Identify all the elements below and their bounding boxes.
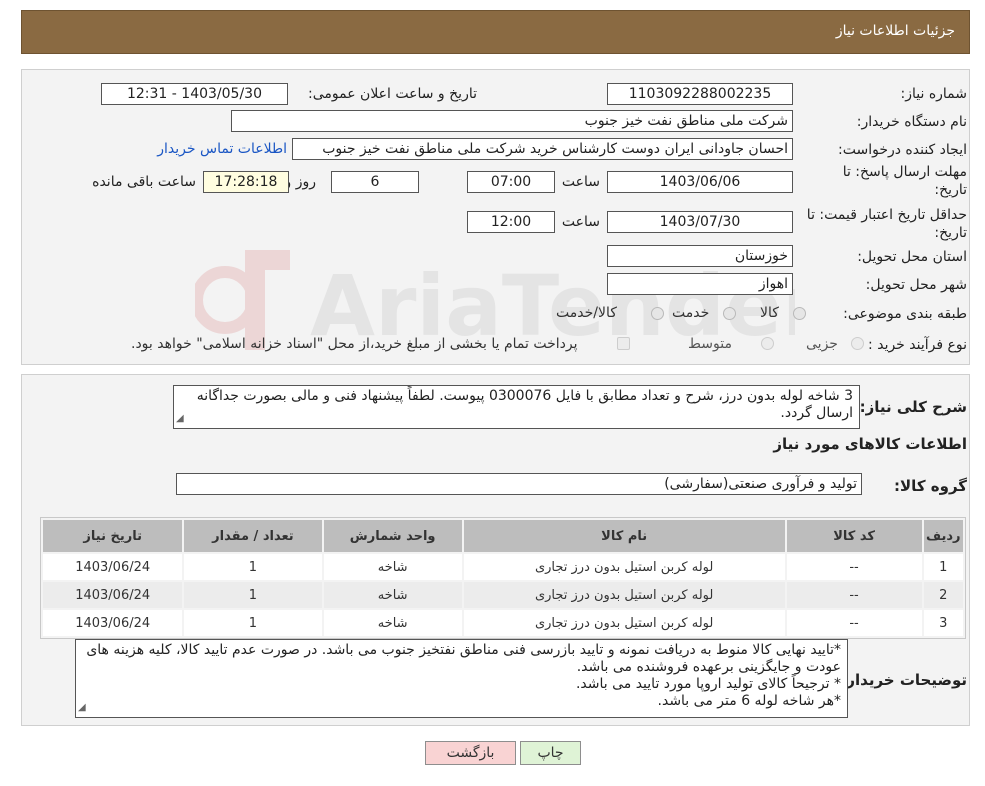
cell-date: 1403/06/24	[43, 610, 183, 636]
page-title: جزئیات اطلاعات نیاز	[835, 23, 955, 39]
cell-name: لوله کربن استیل بدون درز تجاری	[463, 610, 785, 636]
deadline-time-field: 07:00	[467, 171, 555, 193]
goods-group-label: گروه کالا:	[894, 477, 967, 495]
buyer-note-line: *تایید نهایی کالا منوط به دریافت نمونه و…	[86, 642, 841, 675]
table-row: 1 -- لوله کربن استیل بدون درز تجاری شاخه…	[43, 554, 963, 580]
category-goods-service-label: کالا/خدمت	[556, 305, 617, 321]
remaining-time-label: ساعت باقی مانده	[92, 174, 196, 190]
process-medium-label: متوسط	[688, 336, 732, 352]
page-header: جزئیات اطلاعات نیاز	[21, 10, 970, 54]
cell-name: لوله کربن استیل بدون درز تجاری	[463, 582, 785, 608]
price-validity-time-field: 12:00	[467, 211, 555, 233]
category-service-label: خدمت	[672, 305, 710, 321]
buyer-contact-link[interactable]: اطلاعات تماس خریدار	[157, 141, 287, 157]
process-partial-label: جزیی	[806, 336, 838, 352]
cell-code: --	[786, 610, 922, 636]
creator-field: احسان جاودانی ایران دوست کارشناس خرید شر…	[292, 138, 793, 160]
buyer-org-label: نام دستگاه خریدار:	[856, 114, 967, 130]
cell-row: 3	[923, 610, 963, 636]
cell-qty: 1	[184, 554, 322, 580]
city-field: اهواز	[607, 273, 793, 295]
buyer-notes-textarea: *تایید نهایی کالا منوط به دریافت نمونه و…	[75, 639, 848, 718]
payment-note: پرداخت تمام یا بخشی از مبلغ خرید،از محل …	[131, 336, 578, 352]
description-label: شرح کلی نیاز:	[859, 398, 967, 416]
province-field: خوزستان	[607, 245, 793, 267]
cell-unit: شاخه	[323, 610, 462, 636]
print-button[interactable]: چاپ	[520, 741, 581, 765]
days-label: روز و	[284, 174, 317, 190]
cell-row: 2	[923, 582, 963, 608]
col-name-header: نام کالا	[463, 520, 785, 552]
announce-label: تاریخ و ساعت اعلان عمومی:	[308, 86, 477, 102]
col-date-header: تاریخ نیاز	[43, 520, 183, 552]
category-goods-radio[interactable]	[793, 307, 806, 320]
goods-table: ردیف کد کالا نام کالا واحد شمارش تعداد /…	[40, 517, 966, 639]
deadline-time-label: ساعت	[561, 174, 600, 190]
description-textarea: 3 شاخه لوله بدون درز، شرح و تعداد مطابق …	[173, 385, 860, 429]
category-goods-service-radio[interactable]	[651, 307, 664, 320]
deadline-label: مهلت ارسال پاسخ: تا	[842, 164, 967, 180]
col-unit-header: واحد شمارش	[323, 520, 462, 552]
process-partial-radio[interactable]	[851, 337, 864, 350]
category-label: طبقه بندی موضوعی:	[843, 306, 967, 322]
goods-group-field: تولید و فرآوری صنعتی(سفارشی)	[176, 473, 862, 495]
creator-label: ایجاد کننده درخواست:	[838, 142, 967, 158]
remaining-time-field: 17:28:18	[203, 171, 289, 193]
deadline-date-field: 1403/06/06	[607, 171, 793, 193]
col-code-header: کد کالا	[786, 520, 922, 552]
cell-name: لوله کربن استیل بدون درز تجاری	[463, 554, 785, 580]
buyer-org-field: شرکت ملی مناطق نفت خیز جنوب	[231, 110, 793, 132]
price-validity-label: حداقل تاریخ اعتبار قیمت: تا	[806, 207, 967, 223]
price-validity-date-field: 1403/07/30	[607, 211, 793, 233]
col-qty-header: تعداد / مقدار	[184, 520, 322, 552]
process-type-label: نوع فرآیند خرید :	[868, 337, 967, 353]
table-row: 3 -- لوله کربن استیل بدون درز تجاری شاخه…	[43, 610, 963, 636]
price-validity-time-label: ساعت	[561, 214, 600, 230]
cell-qty: 1	[184, 610, 322, 636]
category-service-radio[interactable]	[723, 307, 736, 320]
col-row-header: ردیف	[923, 520, 963, 552]
table-header-row: ردیف کد کالا نام کالا واحد شمارش تعداد /…	[43, 520, 963, 552]
price-validity-label-date: تاریخ:	[934, 225, 967, 241]
goods-section-title: اطلاعات کالاهای مورد نیاز	[773, 435, 967, 453]
description-text: 3 شاخه لوله بدون درز، شرح و تعداد مطابق …	[196, 388, 853, 421]
city-label: شهر محل تحویل:	[865, 277, 967, 293]
process-medium-radio[interactable]	[761, 337, 774, 350]
cell-row: 1	[923, 554, 963, 580]
back-button[interactable]: بازگشت	[425, 741, 516, 765]
days-remaining-field: 6	[331, 171, 419, 193]
buyer-note-line: *هر شاخه لوله 6 متر می باشد.	[657, 693, 841, 709]
cell-date: 1403/06/24	[43, 554, 183, 580]
table-row: 2 -- لوله کربن استیل بدون درز تجاری شاخه…	[43, 582, 963, 608]
resize-grip-icon[interactable]: ◢	[78, 699, 86, 716]
deadline-label-date: تاریخ:	[934, 182, 967, 198]
cell-code: --	[786, 554, 922, 580]
treasury-bond-checkbox[interactable]	[617, 337, 630, 350]
announce-field: 1403/05/30 - 12:31	[101, 83, 288, 105]
cell-date: 1403/06/24	[43, 582, 183, 608]
buyer-note-line: * ترجیحاً کالای تولید اروپا مورد تایید م…	[575, 676, 841, 692]
cell-unit: شاخه	[323, 582, 462, 608]
category-goods-label: کالا	[760, 305, 779, 321]
need-number-field: 1103092288002235	[607, 83, 793, 105]
cell-unit: شاخه	[323, 554, 462, 580]
need-number-label: شماره نیاز:	[900, 86, 968, 102]
province-label: استان محل تحویل:	[857, 249, 967, 265]
resize-grip-icon[interactable]: ◢	[176, 410, 184, 427]
cell-code: --	[786, 582, 922, 608]
cell-qty: 1	[184, 582, 322, 608]
buyer-notes-label: توضیحات خریدار:	[840, 671, 967, 689]
